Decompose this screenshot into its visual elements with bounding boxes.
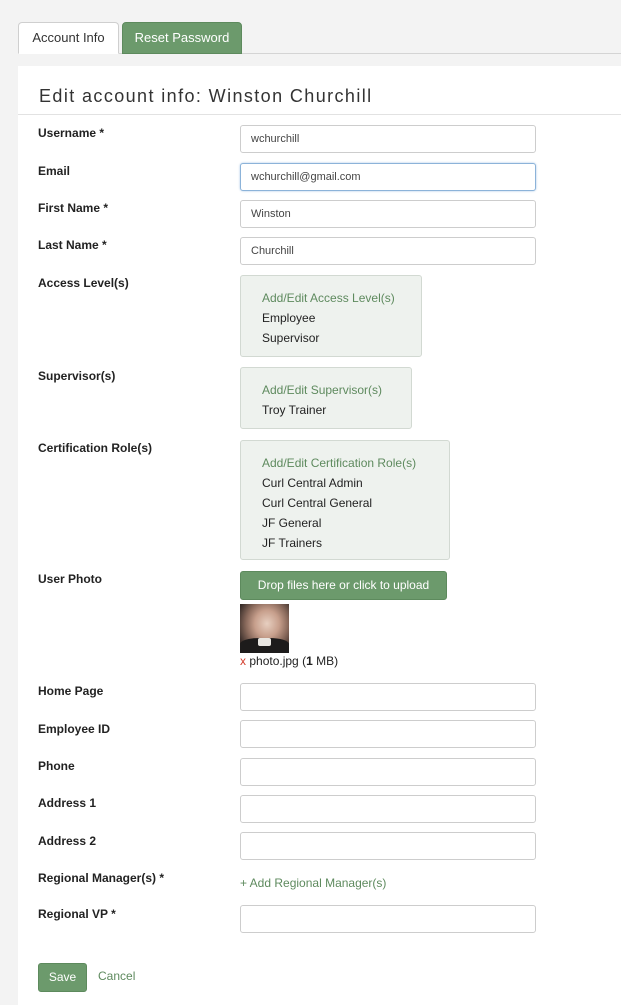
add-cert-roles-link[interactable]: Add/Edit Certification Role(s) [262,453,429,473]
phone-label: Phone [38,759,75,773]
add-supervisors-link[interactable]: Add/Edit Supervisor(s) [262,380,391,400]
regional-managers-label: Regional Manager(s) * [38,871,165,885]
first-name-label: First Name * [38,201,109,215]
page-title: Edit account info: Winston Churchill [39,86,373,106]
home-page-field[interactable] [240,683,536,711]
last-name-field[interactable] [240,237,536,265]
supervisors-box: Add/Edit Supervisor(s) Troy Trainer [240,367,412,429]
supervisor-item: Troy Trainer [262,403,327,417]
access-level-item: Supervisor [262,331,320,345]
address1-field[interactable] [240,795,536,823]
cert-roles-label: Certification Role(s) [38,441,153,455]
uploaded-file-info: x photo.jpg (1 MB) [240,654,339,668]
username-label: Username * [38,126,105,140]
tab-bar: Account Info Reset Password [18,22,621,54]
user-photo-label: User Photo [38,572,103,586]
cert-roles-box: Add/Edit Certification Role(s) Curl Cent… [240,440,450,560]
file-name: photo.jpg [249,654,299,668]
employee-id-label: Employee ID [38,722,111,736]
tab-account-info[interactable]: Account Info [18,22,119,54]
heading-divider [18,114,621,115]
save-button[interactable]: Save [38,963,87,992]
email-field[interactable] [240,163,536,191]
address2-label: Address 2 [38,834,97,848]
remove-file-icon[interactable]: x [240,654,246,668]
upload-dropzone-button[interactable]: Drop files here or click to upload [240,571,447,600]
employee-id-field[interactable] [240,720,536,748]
first-name-field[interactable] [240,200,536,228]
add-access-levels-link[interactable]: Add/Edit Access Level(s) [262,288,401,308]
user-photo-thumbnail [240,604,289,653]
file-size-number: 1 [306,654,313,668]
add-regional-managers-link[interactable]: + Add Regional Manager(s) [240,876,386,890]
phone-field[interactable] [240,758,536,786]
email-label: Email [38,164,71,178]
username-field[interactable] [240,125,536,153]
cert-role-item: Curl Central Admin [262,476,363,490]
regional-vp-label: Regional VP * [38,907,116,921]
cancel-link[interactable]: Cancel [98,969,135,983]
cert-role-item: JF Trainers [262,536,323,550]
address1-label: Address 1 [38,796,97,810]
cert-role-item: JF General [262,516,322,530]
supervisors-label: Supervisor(s) [38,369,116,383]
last-name-label: Last Name * [38,238,107,252]
access-levels-label: Access Level(s) [38,276,129,290]
access-levels-box: Add/Edit Access Level(s) Employee Superv… [240,275,422,357]
access-level-item: Employee [262,311,316,325]
address2-field[interactable] [240,832,536,860]
photo-collar-shape [258,638,271,646]
tab-reset-password[interactable]: Reset Password [122,22,242,54]
regional-vp-field[interactable] [240,905,536,933]
file-size-unit: MB [316,654,335,668]
cert-role-item: Curl Central General [262,496,373,510]
home-page-label: Home Page [38,684,104,698]
